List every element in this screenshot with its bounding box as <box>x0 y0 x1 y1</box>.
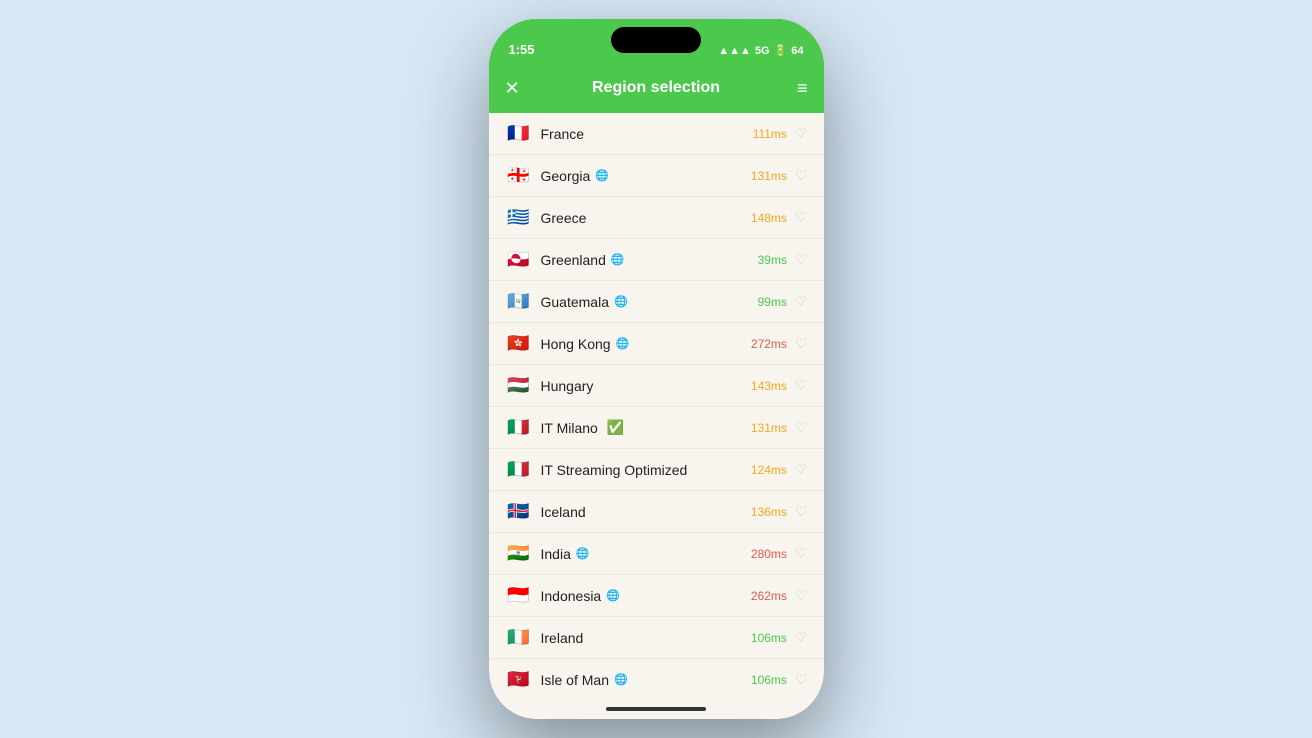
list-item[interactable]: 🇮🇩 Indonesia🌐262ms ♡ <box>489 575 824 617</box>
flag-icon: 🇮🇪 <box>505 627 533 648</box>
filter-button[interactable]: ≡ <box>778 78 808 99</box>
flag-icon: 🇭🇺 <box>505 375 533 396</box>
ping-value: 111ms <box>753 127 787 141</box>
list-item[interactable]: 🇬🇱 Greenland🌐39ms ♡ <box>489 239 824 281</box>
globe-icon: 🌐 <box>606 589 620 602</box>
region-name: Iceland <box>541 504 751 520</box>
flag-icon: 🇬🇱 <box>505 249 533 270</box>
ping-value: 131ms <box>751 421 787 435</box>
list-item[interactable]: 🇮🇹 IT Milano✅131ms ♡ <box>489 407 824 449</box>
favorite-icon[interactable]: ♡ <box>795 125 808 142</box>
region-name: Greenland🌐 <box>541 252 758 268</box>
list-item[interactable]: 🇬🇪 Georgia🌐131ms ♡ <box>489 155 824 197</box>
battery-level: 64 <box>791 45 803 57</box>
favorite-icon[interactable]: ♡ <box>795 587 808 604</box>
ping-value: 272ms <box>751 337 787 351</box>
ping-value: 131ms <box>751 169 787 183</box>
home-indicator <box>606 707 706 711</box>
flag-icon: 🇮🇲 <box>505 669 533 690</box>
region-name: Isle of Man🌐 <box>541 672 751 688</box>
ping-value: 99ms <box>758 295 787 309</box>
globe-icon: 🌐 <box>576 547 590 560</box>
dynamic-island <box>611 27 701 53</box>
flag-icon: 🇮🇹 <box>505 417 533 438</box>
ping-value: 124ms <box>751 463 787 477</box>
favorite-icon[interactable]: ♡ <box>795 335 808 352</box>
globe-icon: 🌐 <box>614 295 628 308</box>
list-item[interactable]: 🇬🇹 Guatemala🌐99ms ♡ <box>489 281 824 323</box>
bottom-bar <box>489 699 824 719</box>
ping-value: 262ms <box>751 589 787 603</box>
ping-value: 106ms <box>751 673 787 687</box>
flag-icon: 🇬🇹 <box>505 291 533 312</box>
favorite-icon[interactable]: ♡ <box>795 167 808 184</box>
status-icons: ▲▲▲ 5G 🔋 64 <box>718 44 803 57</box>
favorite-icon[interactable]: ♡ <box>795 503 808 520</box>
flag-icon: 🇬🇷 <box>505 207 533 228</box>
flag-icon: 🇮🇳 <box>505 543 533 564</box>
ping-value: 143ms <box>751 379 787 393</box>
region-name: Indonesia🌐 <box>541 588 751 604</box>
globe-icon: 🌐 <box>614 673 628 686</box>
flag-icon: 🇫🇷 <box>505 123 533 144</box>
region-name: India🌐 <box>541 546 751 562</box>
region-name: Hungary <box>541 378 751 394</box>
close-button[interactable]: ✕ <box>505 78 535 99</box>
list-item[interactable]: 🇭🇺 Hungary143ms ♡ <box>489 365 824 407</box>
favorite-icon[interactable]: ♡ <box>795 377 808 394</box>
favorite-icon[interactable]: ♡ <box>795 209 808 226</box>
list-item[interactable]: 🇬🇷 Greece148ms ♡ <box>489 197 824 239</box>
favorite-icon[interactable]: ♡ <box>795 419 808 436</box>
list-item[interactable]: 🇮🇲 Isle of Man🌐106ms ♡ <box>489 659 824 699</box>
flag-icon: 🇭🇰 <box>505 333 533 354</box>
app-header: ✕ Region selection ≡ <box>489 63 824 113</box>
region-list: 🇫🇷France111ms♡🇬🇪Georgia🌐131ms♡🇬🇷Greece14… <box>489 113 824 699</box>
flag-icon: 🇬🇪 <box>505 165 533 186</box>
region-name: Georgia🌐 <box>541 168 751 184</box>
list-item[interactable]: 🇮🇳 India🌐280ms ♡ <box>489 533 824 575</box>
globe-icon: 🌐 <box>595 169 609 182</box>
favorite-icon[interactable]: ♡ <box>795 629 808 646</box>
ping-value: 106ms <box>751 631 787 645</box>
list-item[interactable]: 🇭🇰 Hong Kong🌐272ms ♡ <box>489 323 824 365</box>
favorite-icon[interactable]: ♡ <box>795 671 808 688</box>
flag-icon: 🇮🇩 <box>505 585 533 606</box>
battery-icon: 🔋 <box>774 44 788 57</box>
network-type: 5G <box>755 45 770 57</box>
signal-icon: ▲▲▲ <box>718 45 751 57</box>
region-name: IT Streaming Optimized <box>541 462 751 478</box>
ping-value: 39ms <box>758 253 787 267</box>
flag-icon: 🇮🇸 <box>505 501 533 522</box>
ping-value: 136ms <box>751 505 787 519</box>
region-name: Greece <box>541 210 751 226</box>
list-item[interactable]: 🇮🇪 Ireland106ms ♡ <box>489 617 824 659</box>
region-name: Ireland <box>541 630 751 646</box>
list-item[interactable]: 🇮🇸 Iceland136ms ♡ <box>489 491 824 533</box>
phone-screen: 1:55 ▲▲▲ 5G 🔋 64 ✕ Region selection ≡ 🇫🇷… <box>489 19 824 719</box>
globe-icon: 🌐 <box>611 253 625 266</box>
header-title: Region selection <box>535 79 778 97</box>
list-item[interactable]: 🇮🇹 IT Streaming Optimized124ms ♡ <box>489 449 824 491</box>
favorite-icon[interactable]: ♡ <box>795 461 808 478</box>
ping-value: 280ms <box>751 547 787 561</box>
list-item[interactable]: 🇫🇷 France111ms ♡ <box>489 113 824 155</box>
ping-value: 148ms <box>751 211 787 225</box>
favorite-icon[interactable]: ♡ <box>795 545 808 562</box>
flag-icon: 🇮🇹 <box>505 459 533 480</box>
favorite-icon[interactable]: ♡ <box>795 251 808 268</box>
region-name: Guatemala🌐 <box>541 294 758 310</box>
status-time: 1:55 <box>509 42 535 57</box>
phone-frame: 1:55 ▲▲▲ 5G 🔋 64 ✕ Region selection ≡ 🇫🇷… <box>489 19 824 719</box>
region-name: Hong Kong🌐 <box>541 336 751 352</box>
globe-icon: 🌐 <box>616 337 630 350</box>
region-name: France <box>541 126 753 142</box>
favorite-icon[interactable]: ♡ <box>795 293 808 310</box>
region-name: IT Milano✅ <box>541 419 751 436</box>
connected-icon: ✅ <box>607 419 624 436</box>
